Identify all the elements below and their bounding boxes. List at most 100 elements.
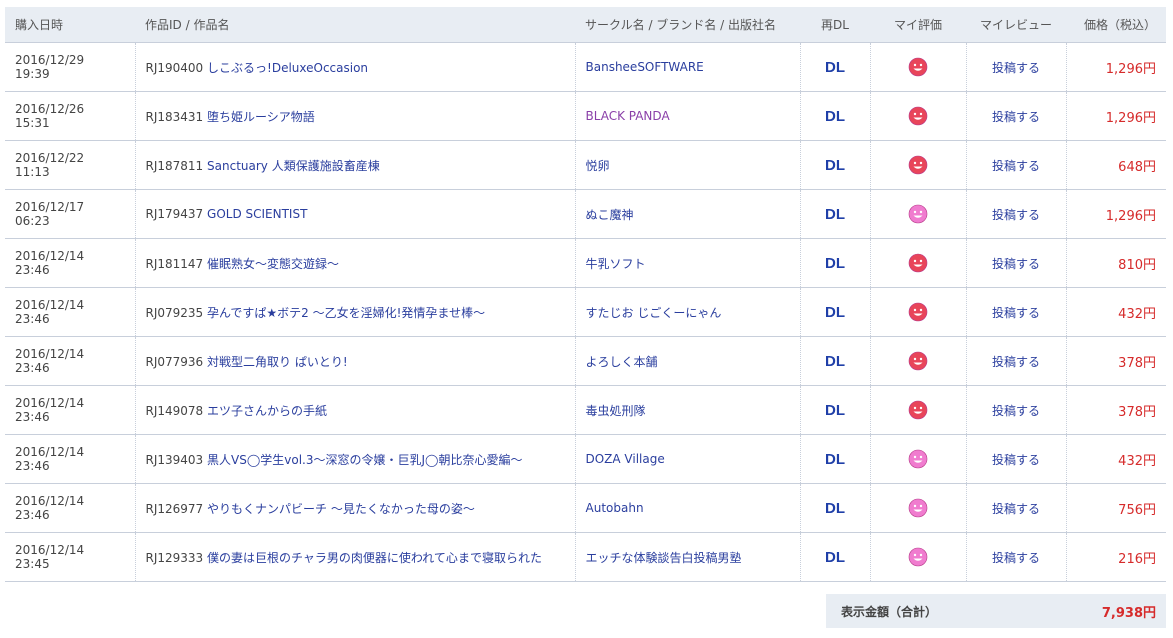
smiley-red-icon[interactable] bbox=[908, 106, 928, 126]
download-button[interactable]: DL bbox=[825, 255, 845, 272]
header-date[interactable]: 購入日時 bbox=[5, 7, 135, 43]
smiley-pink-icon[interactable] bbox=[908, 204, 928, 224]
header-price[interactable]: 価格（税込） bbox=[1066, 7, 1166, 43]
smiley-red-icon[interactable] bbox=[908, 57, 928, 77]
purchase-date-time: 15:31 bbox=[15, 116, 50, 130]
review-cell: 投稿する bbox=[965, 91, 1066, 141]
rating-cell bbox=[869, 287, 966, 337]
purchase-date: 2016/12/14 23:45 bbox=[5, 532, 135, 582]
work-title-link[interactable]: 対戦型二角取り ぱいとり! bbox=[207, 355, 348, 369]
circle-link[interactable]: ぬこ魔神 bbox=[586, 208, 634, 222]
work-cell: RJ183431 堕ち姫ルーシア物語 bbox=[134, 91, 575, 141]
work-title-link[interactable]: 堕ち姫ルーシア物語 bbox=[207, 110, 315, 124]
work-cell: RJ181147 催眠熟女～変態交遊録～ bbox=[134, 238, 575, 288]
download-button[interactable]: DL bbox=[825, 59, 845, 76]
smiley-pink-icon[interactable] bbox=[908, 547, 928, 567]
review-cell: 投稿する bbox=[965, 336, 1066, 386]
work-title-link[interactable]: 孕んですぱ★ボテ2 ～乙女を淫婦化!発情孕ませ棒～ bbox=[207, 306, 485, 320]
work-id: RJ126977 bbox=[145, 501, 204, 516]
post-review-link[interactable]: 投稿する bbox=[992, 502, 1040, 516]
table-row: 2016/12/14 23:46 RJ079235 孕んですぱ★ボテ2 ～乙女を淫婦… bbox=[5, 287, 1166, 337]
circle-link[interactable]: よろしく本舗 bbox=[586, 355, 658, 369]
redownload-cell: DL bbox=[799, 189, 870, 239]
total-label: 表示金額（合計） bbox=[841, 605, 938, 619]
post-review-link[interactable]: 投稿する bbox=[992, 404, 1040, 418]
post-review-link[interactable]: 投稿する bbox=[992, 306, 1040, 320]
post-review-link[interactable]: 投稿する bbox=[992, 110, 1040, 124]
rating-cell bbox=[869, 238, 966, 288]
work-title-link[interactable]: GOLD SCIENTIST bbox=[207, 207, 307, 221]
purchase-date-time: 19:39 bbox=[15, 67, 50, 81]
post-review-link[interactable]: 投稿する bbox=[992, 551, 1040, 565]
circle-link[interactable]: DOZA Village bbox=[586, 452, 665, 466]
circle-cell: すたじお じごくーにゃん bbox=[574, 287, 800, 337]
circle-cell: 悦卵 bbox=[574, 140, 800, 190]
post-review-link[interactable]: 投稿する bbox=[992, 61, 1040, 75]
work-title-link[interactable]: しこぶるっ!DeluxeOccasion bbox=[207, 61, 368, 75]
smiley-red-icon[interactable] bbox=[908, 302, 928, 322]
purchase-date-time: 06:23 bbox=[15, 214, 50, 228]
work-title-link[interactable]: やりもくナンパビーチ ～見たくなかった母の姿～ bbox=[207, 502, 475, 516]
circle-link[interactable]: Autobahn bbox=[586, 501, 644, 515]
circle-link[interactable]: すたじお じごくーにゃん bbox=[586, 306, 722, 320]
rating-cell bbox=[869, 385, 966, 435]
header-work[interactable]: 作品ID / 作品名 bbox=[135, 7, 575, 43]
download-button[interactable]: DL bbox=[825, 108, 845, 125]
circle-link[interactable]: 毒虫処刑隊 bbox=[586, 404, 646, 418]
smiley-pink-icon[interactable] bbox=[908, 498, 928, 518]
price-cell: 432円 bbox=[1065, 287, 1166, 337]
circle-cell: BansheeSOFTWARE bbox=[574, 42, 800, 92]
header-circle[interactable]: サークル名 / ブランド名 / 出版社名 bbox=[575, 7, 800, 43]
purchase-date-time: 23:45 bbox=[15, 557, 50, 571]
download-button[interactable]: DL bbox=[825, 304, 845, 321]
total-amount: 7,938円 bbox=[1101, 606, 1156, 621]
download-button[interactable]: DL bbox=[825, 500, 845, 517]
smiley-red-icon[interactable] bbox=[908, 155, 928, 175]
work-title-link[interactable]: Sanctuary 人類保護施設畜産棟 bbox=[207, 159, 380, 173]
price-cell: 1,296円 bbox=[1065, 42, 1166, 92]
smiley-red-icon[interactable] bbox=[908, 351, 928, 371]
work-cell: RJ079235 孕んですぱ★ボテ2 ～乙女を淫婦化!発情孕ませ棒～ bbox=[134, 287, 575, 337]
redownload-cell: DL bbox=[799, 42, 870, 92]
post-review-link[interactable]: 投稿する bbox=[992, 355, 1040, 369]
redownload-cell: DL bbox=[799, 287, 870, 337]
price-cell: 810円 bbox=[1065, 238, 1166, 288]
download-button[interactable]: DL bbox=[825, 451, 845, 468]
circle-link[interactable]: 牛乳ソフト bbox=[586, 257, 646, 271]
work-id: RJ079235 bbox=[145, 305, 204, 320]
post-review-link[interactable]: 投稿する bbox=[992, 257, 1040, 271]
redownload-cell: DL bbox=[799, 91, 870, 141]
work-title-link[interactable]: 催眠熟女～変態交遊録～ bbox=[207, 257, 339, 271]
download-button[interactable]: DL bbox=[825, 206, 845, 223]
smiley-red-icon[interactable] bbox=[908, 400, 928, 420]
work-cell: RJ149078 エツ子さんからの手紙 bbox=[134, 385, 575, 435]
download-button[interactable]: DL bbox=[825, 353, 845, 370]
circle-link[interactable]: 悦卵 bbox=[586, 159, 610, 173]
work-title-link[interactable]: 僕の妻は巨根のチャラ男の肉便器に使われて心まで寝取られた bbox=[207, 551, 542, 565]
purchase-date: 2016/12/14 23:46 bbox=[5, 238, 135, 288]
download-button[interactable]: DL bbox=[825, 157, 845, 174]
smiley-pink-icon[interactable] bbox=[908, 449, 928, 469]
download-button[interactable]: DL bbox=[825, 549, 845, 566]
redownload-cell: DL bbox=[799, 336, 870, 386]
rating-cell bbox=[869, 189, 966, 239]
circle-link[interactable]: BansheeSOFTWARE bbox=[586, 60, 704, 74]
post-review-link[interactable]: 投稿する bbox=[992, 453, 1040, 467]
purchase-date: 2016/12/29 19:39 bbox=[5, 42, 135, 92]
circle-link[interactable]: BLACK PANDA bbox=[586, 109, 670, 123]
download-button[interactable]: DL bbox=[825, 402, 845, 419]
redownload-cell: DL bbox=[799, 140, 870, 190]
smiley-red-icon[interactable] bbox=[908, 253, 928, 273]
circle-link[interactable]: エッチな体験談告白投稿男塾 bbox=[586, 551, 742, 565]
post-review-link[interactable]: 投稿する bbox=[992, 208, 1040, 222]
work-cell: RJ187811 Sanctuary 人類保護施設畜産棟 bbox=[134, 140, 575, 190]
header-redl: 再DL bbox=[800, 7, 870, 43]
review-cell: 投稿する bbox=[965, 189, 1066, 239]
review-cell: 投稿する bbox=[965, 287, 1066, 337]
redownload-cell: DL bbox=[799, 483, 870, 533]
rating-cell bbox=[869, 42, 966, 92]
work-title-link[interactable]: 黒人VS◯学生vol.3～深窓の令嬢・巨乳J◯朝比奈心愛編～ bbox=[207, 453, 522, 467]
post-review-link[interactable]: 投稿する bbox=[992, 159, 1040, 173]
rating-cell bbox=[869, 532, 966, 582]
work-title-link[interactable]: エツ子さんからの手紙 bbox=[207, 404, 327, 418]
